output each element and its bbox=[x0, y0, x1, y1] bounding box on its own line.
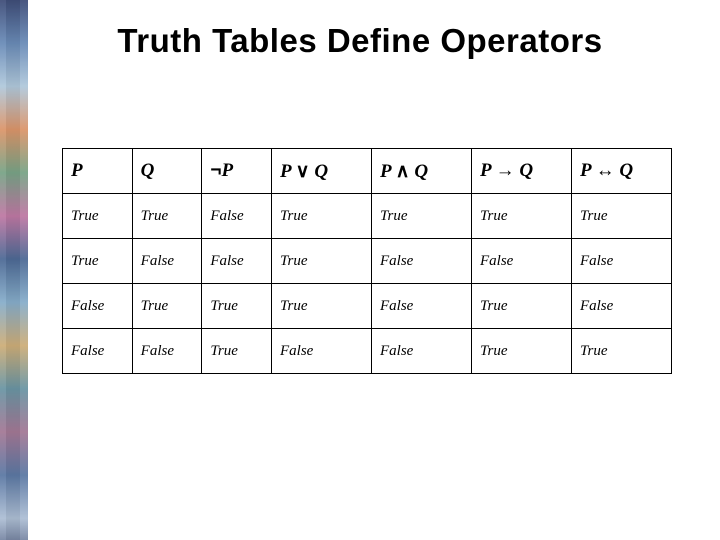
cell: True bbox=[471, 329, 571, 374]
table-row: True False False True False False False bbox=[63, 239, 672, 284]
decorative-left-strip bbox=[0, 0, 28, 540]
not-symbol: ¬ bbox=[210, 160, 221, 181]
iff-right: Q bbox=[615, 160, 633, 181]
cell: True bbox=[571, 329, 671, 374]
cell: False bbox=[63, 284, 133, 329]
cell: True bbox=[202, 284, 272, 329]
cell: False bbox=[63, 329, 133, 374]
cell: True bbox=[471, 284, 571, 329]
col-header-iff: P ↔ Q bbox=[571, 149, 671, 194]
imp-right: Q bbox=[515, 160, 533, 181]
cell: False bbox=[372, 284, 472, 329]
cell: True bbox=[132, 194, 202, 239]
col-header-p: P bbox=[63, 149, 133, 194]
iff-symbol: ↔ bbox=[596, 160, 615, 181]
cell: False bbox=[372, 329, 472, 374]
cell: False bbox=[202, 239, 272, 284]
col-header-and: P ∧ Q bbox=[372, 149, 472, 194]
cell: True bbox=[202, 329, 272, 374]
table-row: True True False True True True True bbox=[63, 194, 672, 239]
or-symbol: ∨ bbox=[296, 161, 310, 182]
cell: False bbox=[571, 284, 671, 329]
and-right: Q bbox=[410, 161, 428, 182]
or-right: Q bbox=[310, 161, 328, 182]
cell: False bbox=[272, 329, 372, 374]
cell: False bbox=[132, 329, 202, 374]
and-symbol: ∧ bbox=[396, 161, 410, 182]
slide-title: Truth Tables Define Operators bbox=[0, 22, 720, 60]
table-row: False False True False False True True bbox=[63, 329, 672, 374]
truth-table: P Q ¬P P ∨ Q P ∧ Q P → Q P ↔ Q True True… bbox=[62, 148, 672, 374]
col-header-or: P ∨ Q bbox=[272, 149, 372, 194]
cell: True bbox=[571, 194, 671, 239]
cell: False bbox=[372, 239, 472, 284]
implies-symbol: → bbox=[496, 160, 515, 181]
cell: False bbox=[202, 194, 272, 239]
imp-left: P bbox=[480, 160, 496, 181]
cell: True bbox=[372, 194, 472, 239]
cell: True bbox=[272, 239, 372, 284]
col-header-q: Q bbox=[132, 149, 202, 194]
truth-table-container: P Q ¬P P ∨ Q P ∧ Q P → Q P ↔ Q True True… bbox=[62, 148, 672, 374]
cell: True bbox=[272, 284, 372, 329]
col-header-not-p: ¬P bbox=[202, 149, 272, 194]
cell: False bbox=[471, 239, 571, 284]
cell: True bbox=[272, 194, 372, 239]
cell: True bbox=[63, 239, 133, 284]
cell: True bbox=[471, 194, 571, 239]
decorative-left-strip-inner bbox=[6, 0, 20, 540]
not-p-var: P bbox=[221, 160, 233, 181]
cell: False bbox=[571, 239, 671, 284]
and-left: P bbox=[380, 161, 396, 182]
cell: True bbox=[132, 284, 202, 329]
cell: True bbox=[63, 194, 133, 239]
iff-left: P bbox=[580, 160, 596, 181]
or-left: P bbox=[280, 161, 296, 182]
table-row: False True True True False True False bbox=[63, 284, 672, 329]
col-header-implies: P → Q bbox=[471, 149, 571, 194]
header-row: P Q ¬P P ∨ Q P ∧ Q P → Q P ↔ Q bbox=[63, 149, 672, 194]
cell: False bbox=[132, 239, 202, 284]
